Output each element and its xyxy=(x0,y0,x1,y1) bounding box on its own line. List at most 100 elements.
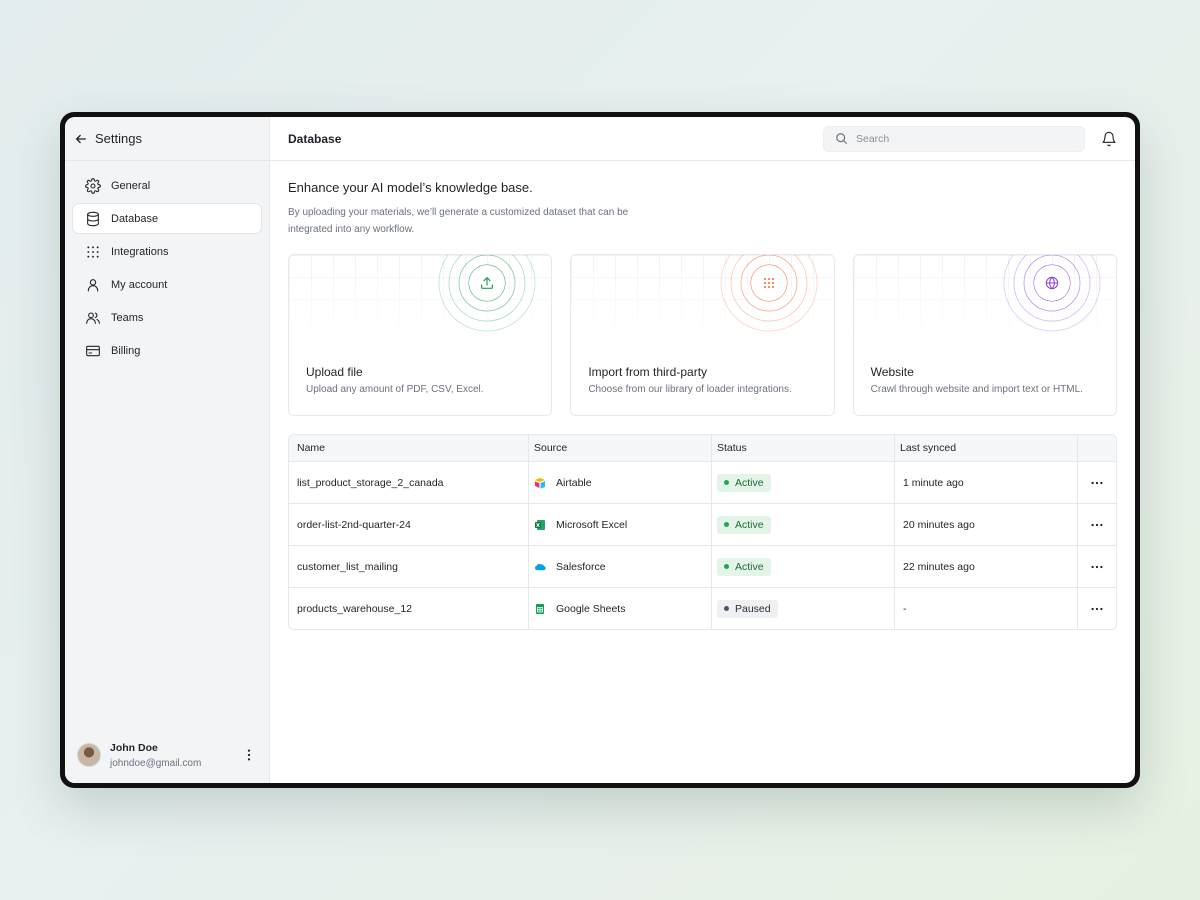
page-title: Database xyxy=(288,131,342,146)
row-actions xyxy=(1078,546,1116,587)
sidebar-item-billing[interactable]: Billing xyxy=(73,336,261,365)
import-third-party-card[interactable]: Import from third-party Choose from our … xyxy=(570,254,835,416)
card-subtitle: Upload any amount of PDF, CSV, Excel. xyxy=(306,384,484,395)
gear-icon xyxy=(85,177,101,194)
datasets-table: Name Source Status Last synced list_prod… xyxy=(288,434,1117,630)
user-icon xyxy=(87,278,99,292)
row-actions xyxy=(1078,588,1116,629)
source-label: Airtable xyxy=(556,476,592,489)
database-icon xyxy=(87,211,99,226)
row-source: Airtable xyxy=(529,462,712,503)
website-card[interactable]: Website Crawl through website and import… xyxy=(852,254,1117,416)
column-header-last-synced[interactable]: Last synced xyxy=(895,435,1078,461)
sidebar-item-general[interactable]: General xyxy=(73,171,261,200)
salesforce-icon xyxy=(534,561,546,573)
content: Enhance your AI model’s knowledge base. … xyxy=(270,161,1135,630)
more-horizontal-icon[interactable] xyxy=(1089,601,1105,617)
row-status: Active xyxy=(712,504,895,545)
row-status: Active xyxy=(712,462,895,503)
row-name: order-list-2nd-quarter-24 xyxy=(289,504,529,545)
globe-icon xyxy=(1033,265,1070,301)
sidebar-item-label: Billing xyxy=(111,344,141,357)
sidebar-item-label: General xyxy=(111,179,151,192)
user-email: johndoe@gmail.com xyxy=(110,757,202,769)
row-source: Salesforce xyxy=(529,546,712,587)
card-title: Website xyxy=(870,365,914,379)
grid-dots-icon xyxy=(87,245,99,258)
users-icon xyxy=(86,311,100,324)
column-header-source[interactable]: Source xyxy=(529,435,712,461)
section-headline: Enhance your AI model’s knowledge base. xyxy=(288,180,533,195)
table-row[interactable]: order-list-2nd-quarter-24 Microsoft Exce… xyxy=(289,503,1116,545)
sidebar-item-label: Database xyxy=(111,212,159,225)
user-name: John Doe xyxy=(110,741,158,754)
row-name: customer_list_mailing xyxy=(289,546,529,587)
sidebar-item-label: My account xyxy=(111,278,168,291)
back-arrow-icon[interactable] xyxy=(74,132,88,146)
row-source: Microsoft Excel xyxy=(529,504,712,545)
source-label: Google Sheets xyxy=(556,602,626,615)
section-description: By uploading your materials, we’ll gener… xyxy=(288,207,629,235)
sidebar: Settings General Database Integrations M… xyxy=(65,117,270,783)
table-row[interactable]: list_product_storage_2_canada Airtable A… xyxy=(289,461,1116,503)
card-title: Upload file xyxy=(306,365,363,379)
table-row[interactable]: customer_list_mailing Salesforce Active … xyxy=(289,545,1116,587)
row-actions xyxy=(1078,504,1116,545)
topbar-actions xyxy=(823,125,1117,152)
search-icon xyxy=(836,133,847,144)
excel-icon xyxy=(534,519,546,531)
column-header-actions xyxy=(1078,435,1116,461)
status-badge: Active xyxy=(717,473,771,492)
app-window: Settings General Database Integrations M… xyxy=(65,117,1135,783)
source-label: Microsoft Excel xyxy=(556,518,628,531)
avatar[interactable] xyxy=(77,743,101,767)
row-source: Google Sheets xyxy=(529,588,712,629)
row-last-synced: 1 minute ago xyxy=(895,462,1078,503)
status-badge: Active xyxy=(717,557,771,576)
airtable-icon xyxy=(534,477,546,489)
row-last-synced: - xyxy=(895,588,1078,629)
sidebar-title: Settings xyxy=(95,131,142,146)
row-status: Active xyxy=(712,546,895,587)
row-name: products_warehouse_12 xyxy=(289,588,529,629)
credit-card-icon xyxy=(86,345,100,356)
sidebar-item-label: Teams xyxy=(111,311,144,324)
table-row[interactable]: products_warehouse_12 Google Sheets Paus… xyxy=(289,587,1116,629)
sidebar-header: Settings xyxy=(65,117,269,161)
more-horizontal-icon[interactable] xyxy=(1089,559,1105,575)
topbar: Database xyxy=(270,117,1135,161)
row-status: Paused xyxy=(712,588,895,629)
google-sheets-icon xyxy=(534,603,546,615)
sidebar-item-database[interactable]: Database xyxy=(73,204,261,233)
sidebar-item-label: Integrations xyxy=(111,245,169,258)
device-frame: Settings General Database Integrations M… xyxy=(60,112,1140,788)
more-vertical-icon[interactable] xyxy=(241,747,257,763)
more-horizontal-icon[interactable] xyxy=(1089,517,1105,533)
upload-icon xyxy=(469,265,505,301)
row-actions xyxy=(1078,462,1116,503)
user-profile: John Doe johndoe@gmail.com xyxy=(77,739,257,771)
settings-nav: General Database Integrations My account… xyxy=(65,161,269,375)
card-title: Import from third-party xyxy=(588,365,708,379)
sidebar-item-my-account[interactable]: My account xyxy=(73,270,261,299)
row-name: list_product_storage_2_canada xyxy=(289,462,529,503)
sidebar-item-integrations[interactable]: Integrations xyxy=(73,237,261,266)
table-header: Name Source Status Last synced xyxy=(289,435,1116,461)
card-subtitle: Crawl through website and import text or… xyxy=(870,384,1083,395)
row-last-synced: 22 minutes ago xyxy=(895,546,1078,587)
import-options: Upload file Upload any amount of PDF, CS… xyxy=(288,254,1117,416)
sidebar-item-teams[interactable]: Teams xyxy=(73,303,261,332)
row-last-synced: 20 minutes ago xyxy=(895,504,1078,545)
column-header-status[interactable]: Status xyxy=(712,435,895,461)
search-input[interactable] xyxy=(856,132,1056,145)
upload-file-card[interactable]: Upload file Upload any amount of PDF, CS… xyxy=(288,254,553,416)
source-label: Salesforce xyxy=(556,560,606,573)
column-header-name[interactable]: Name xyxy=(289,435,529,461)
main-panel: Database Enhance your AI model’s knowled… xyxy=(270,117,1135,783)
user-info: John Doe johndoe@gmail.com xyxy=(110,742,232,769)
card-subtitle: Choose from our library of loader integr… xyxy=(588,384,792,395)
bell-icon[interactable] xyxy=(1101,131,1117,147)
search-box[interactable] xyxy=(823,125,1085,152)
status-badge: Active xyxy=(717,515,771,534)
more-horizontal-icon[interactable] xyxy=(1089,475,1105,491)
